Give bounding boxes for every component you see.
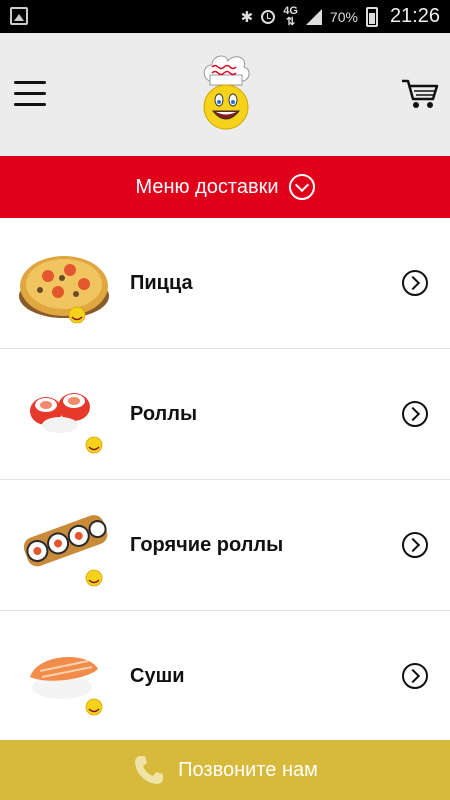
alarm-icon: [261, 9, 276, 24]
clock: 21:26: [389, 5, 440, 27]
hamburger-icon: [14, 81, 46, 84]
chevron-right-circle-icon[interactable]: [402, 663, 428, 689]
category-row-hot-rolls[interactable]: Горячие роллы: [0, 480, 450, 611]
hot-rolls-image: [23, 515, 108, 587]
category-label: Горячие роллы: [130, 533, 284, 556]
sushi-image: [30, 657, 103, 716]
call-us-button[interactable]: Позвоните нам: [0, 740, 450, 800]
pizza-image: [19, 256, 109, 324]
category-row-sushi[interactable]: Суши: [0, 611, 450, 742]
call-us-label: Позвоните нам: [178, 758, 318, 781]
signal-icon: [305, 8, 322, 25]
category-row-pizza[interactable]: Пицца: [0, 218, 450, 349]
app-header: [0, 33, 450, 156]
hamburger-line: [14, 103, 46, 106]
gallery-notification-icon: [10, 7, 28, 25]
delivery-menu-toggle[interactable]: Меню доставки: [0, 156, 450, 218]
chevron-down-circle-icon: [288, 174, 315, 200]
chef-smiley-logo: [203, 55, 250, 130]
network-type: 4G ⇅: [283, 4, 298, 28]
hamburger-line: [14, 92, 46, 95]
network-label: 4G: [283, 4, 298, 17]
status-indicators: ✱ 4G ⇅ 70% 21:26: [241, 0, 440, 33]
chevron-right-circle-icon[interactable]: [402, 401, 428, 427]
cart-icon[interactable]: [400, 77, 440, 111]
category-label: Суши: [130, 664, 185, 687]
chevron-right-circle-icon[interactable]: [402, 532, 428, 558]
bluetooth-icon: ✱: [240, 8, 254, 26]
category-label: Роллы: [130, 402, 198, 425]
battery-icon: [365, 6, 378, 27]
hamburger-menu-button[interactable]: [14, 81, 46, 107]
category-label: Пицца: [130, 271, 193, 294]
category-list: Пицца Роллы Горячие роллы Суши: [0, 218, 450, 742]
rolls-image: [30, 393, 103, 454]
category-row-rolls[interactable]: Роллы: [0, 349, 450, 480]
phone-icon: [135, 756, 164, 784]
chevron-right-circle-icon[interactable]: [402, 270, 428, 296]
delivery-menu-title: Меню доставки: [135, 175, 279, 198]
status-bar: ✱ 4G ⇅ 70% 21:26: [0, 0, 450, 33]
battery-percent: 70%: [329, 8, 358, 25]
